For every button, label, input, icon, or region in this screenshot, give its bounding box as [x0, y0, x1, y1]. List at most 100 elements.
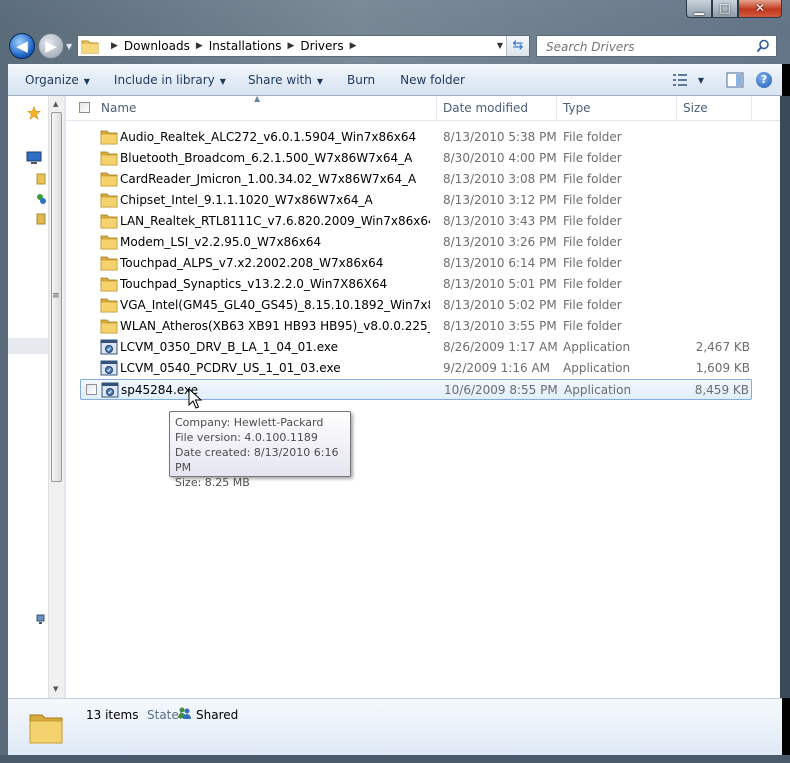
column-date-modified[interactable]: Date modified: [437, 96, 557, 120]
application-icon: [100, 339, 118, 355]
tooltip-version: File version: 4.0.100.1189: [175, 431, 318, 444]
column-type[interactable]: Type: [557, 96, 677, 120]
recent-pages-dropdown[interactable]: ▼: [66, 42, 72, 51]
help-icon[interactable]: ?: [756, 72, 772, 88]
file-type: File folder: [563, 235, 622, 249]
include-in-library-menu[interactable]: Include in library ▼: [114, 73, 226, 87]
file-date-modified: 9/2/2009 1:16 AM: [443, 361, 551, 375]
crumb-separator[interactable]: ▶: [287, 41, 294, 51]
network-icon[interactable]: [36, 612, 46, 626]
crumb-separator[interactable]: ▶: [350, 41, 357, 51]
file-name[interactable]: Audio_Realtek_ALC272_v6.0.1.5904_Win7x86…: [120, 130, 430, 144]
row-checkbox[interactable]: [86, 384, 97, 395]
file-type: File folder: [563, 214, 622, 228]
file-name[interactable]: WLAN_Atheros(XB63 XB91 HB93 HB95)_v8.0.0…: [120, 319, 430, 333]
nav-selected-item[interactable]: [8, 338, 48, 354]
desktop-icon[interactable]: [26, 151, 42, 165]
navigation-scrollbar[interactable]: ▲ ≡ ▼: [48, 96, 64, 698]
libraries-icon[interactable]: [36, 172, 46, 186]
file-size: 2,467 KB: [695, 340, 750, 354]
file-name[interactable]: Bluetooth_Broadcom_6.2.1.500_W7x86W7x64_…: [120, 151, 430, 165]
file-name[interactable]: CardReader_Jmicron_1.00.34.02_W7x86W7x64…: [120, 172, 430, 186]
forward-button[interactable]: ▶: [38, 33, 64, 59]
file-date-modified: 8/13/2010 3:12 PM: [443, 193, 557, 207]
file-name[interactable]: sp45284.exe: [121, 383, 431, 397]
refresh-button[interactable]: ⇆: [506, 36, 529, 56]
file-type: Application: [563, 361, 631, 375]
address-history-dropdown-icon[interactable]: ▼: [497, 41, 503, 50]
file-name[interactable]: Touchpad_ALPS_v7.x2.2002.208_W7x86x64: [120, 256, 430, 270]
breadcrumb-installations[interactable]: Installations: [209, 39, 282, 53]
file-type: File folder: [563, 298, 622, 312]
breadcrumb-downloads[interactable]: Downloads: [124, 39, 190, 53]
file-name[interactable]: LCVM_0350_DRV_B_LA_1_04_01.exe: [120, 340, 430, 354]
file-date-modified: 8/13/2010 3:43 PM: [443, 214, 557, 228]
folder-icon: [100, 151, 118, 166]
application-icon: [100, 360, 118, 376]
burn-button[interactable]: Burn: [347, 73, 375, 87]
folder-icon: [100, 235, 118, 250]
maximize-button[interactable]: □: [712, 0, 738, 18]
share-with-menu[interactable]: Share with ▼: [248, 73, 323, 87]
state-value: Shared: [196, 708, 239, 722]
file-row[interactable]: VGA_Intel(GM45_GL40_GS45)_8.15.10.1892_W…: [80, 295, 752, 316]
search-box[interactable]: [536, 35, 777, 57]
file-name[interactable]: LAN_Realtek_RTL8111C_v7.6.820.2009_Win7x…: [120, 214, 430, 228]
computer-icon[interactable]: [36, 212, 46, 226]
application-icon: [101, 382, 119, 398]
crumb-separator[interactable]: ▶: [196, 41, 203, 51]
back-button[interactable]: ◀: [9, 33, 35, 59]
tooltip-company: Company: Hewlett-Packard: [175, 416, 324, 429]
file-name[interactable]: Modem_LSI_v2.2.95.0_W7x86x64: [120, 235, 430, 249]
file-type: File folder: [563, 130, 622, 144]
folder-icon: [81, 40, 99, 54]
preview-pane-icon[interactable]: [726, 72, 744, 88]
scroll-up-arrow-icon[interactable]: ▲: [53, 100, 58, 108]
column-size[interactable]: Size: [677, 96, 752, 120]
select-all-checkbox[interactable]: [79, 102, 90, 113]
file-date-modified: 10/6/2009 8:55 PM: [444, 383, 558, 397]
new-folder-button[interactable]: New folder: [400, 73, 465, 87]
file-list: ▲ Name Date modified Type Size Audio_Rea…: [66, 94, 782, 698]
minimize-button[interactable]: ▁: [686, 0, 712, 18]
file-row[interactable]: sp45284.exe 10/6/2009 8:55 PM Application 8…: [80, 379, 752, 400]
column-name[interactable]: Name: [95, 96, 437, 120]
file-name[interactable]: Touchpad_Synaptics_v13.2.2.0_Win7X86X64: [120, 277, 430, 291]
file-name[interactable]: LCVM_0540_PCDRV_US_1_01_03.exe: [120, 361, 430, 375]
homegroup-icon[interactable]: [36, 192, 46, 206]
file-size: 1,609 KB: [695, 361, 750, 375]
file-row[interactable]: WLAN_Atheros(XB63 XB91 HB93 HB95)_v8.0.0…: [80, 316, 752, 337]
chevron-down-icon: ▼: [219, 76, 226, 86]
file-row[interactable]: LCVM_0540_PCDRV_US_1_01_03.exe 9/2/2009 1…: [80, 358, 752, 379]
folder-icon: [29, 714, 63, 744]
organize-menu[interactable]: Organize ▼: [25, 73, 90, 87]
close-button[interactable]: ✕: [738, 0, 782, 18]
file-row[interactable]: LCVM_0350_DRV_B_LA_1_04_01.exe 8/26/2009 …: [80, 337, 752, 358]
file-row[interactable]: Touchpad_ALPS_v7.x2.2002.208_W7x86x64 8/1…: [80, 253, 752, 274]
search-input[interactable]: [544, 39, 748, 55]
folder-icon: [100, 193, 118, 208]
file-row[interactable]: CardReader_Jmicron_1.00.34.02_W7x86W7x64…: [80, 169, 752, 190]
file-row[interactable]: Chipset_Intel_9.1.1.1020_W7x86W7x64_A 8/1…: [80, 190, 752, 211]
file-name[interactable]: Chipset_Intel_9.1.1.1020_W7x86W7x64_A: [120, 193, 430, 207]
file-row[interactable]: LAN_Realtek_RTL8111C_v7.6.820.2009_Win7x…: [80, 211, 752, 232]
favorites-star-icon[interactable]: [26, 106, 42, 120]
file-date-modified: 8/30/2010 4:00 PM: [443, 151, 557, 165]
tooltip-created: Date created: 8/13/2010 6:16 PM: [175, 446, 339, 474]
file-row[interactable]: Bluetooth_Broadcom_6.2.1.500_W7x86W7x64_…: [80, 148, 752, 169]
file-name[interactable]: VGA_Intel(GM45_GL40_GS45)_8.15.10.1892_W…: [120, 298, 430, 312]
forward-arrow-icon: ▶: [45, 37, 57, 55]
scroll-down-arrow-icon[interactable]: ▼: [53, 685, 58, 693]
file-type: Application: [563, 340, 631, 354]
breadcrumb-drivers[interactable]: Drivers: [300, 39, 343, 53]
view-options-dropdown-icon[interactable]: ▼: [698, 76, 704, 85]
change-view-icon[interactable]: [672, 72, 692, 88]
window-bottom-edge: [0, 755, 790, 763]
search-icon[interactable]: [756, 39, 770, 53]
tooltip-size: Size: 8.25 MB: [175, 476, 250, 489]
file-row[interactable]: Audio_Realtek_ALC272_v6.0.1.5904_Win7x86…: [80, 127, 752, 148]
address-bar[interactable]: ▶ Downloads ▶ Installations ▶ Drivers ▶ …: [77, 35, 530, 57]
file-row[interactable]: Modem_LSI_v2.2.95.0_W7x86x64 8/13/2010 3:…: [80, 232, 752, 253]
crumb-separator[interactable]: ▶: [111, 41, 118, 51]
file-row[interactable]: Touchpad_Synaptics_v13.2.2.0_Win7X86X64 8…: [80, 274, 752, 295]
